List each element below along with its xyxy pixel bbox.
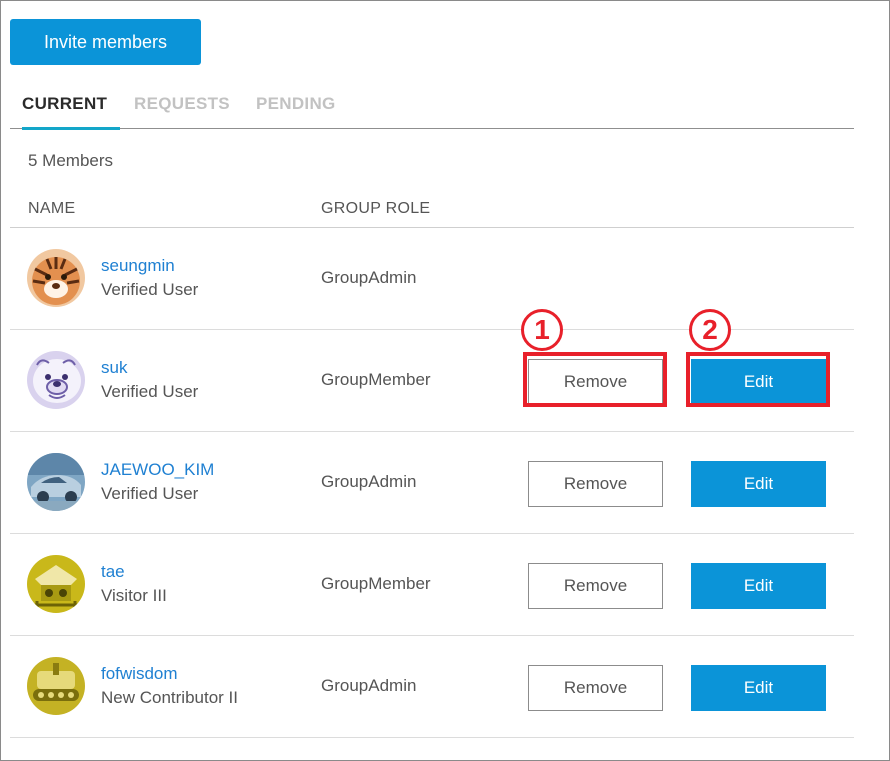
member-role: GroupMember [321, 370, 431, 389]
member-username[interactable]: seungmin [101, 256, 175, 276]
member-rank: Visitor III [101, 586, 167, 605]
tiger-avatar[interactable] [27, 249, 85, 307]
member-row: seungmin Verified User GroupAdmin [10, 228, 854, 330]
member-row: JAEWOO_KIM Verified User GroupAdmin Remo… [10, 432, 854, 534]
remove-button[interactable]: Remove [528, 563, 663, 609]
annotation-marker-1: 1 [521, 309, 563, 351]
member-username[interactable]: JAEWOO_KIM [101, 460, 214, 480]
member-row: tae Visitor III GroupMember Remove Edit [10, 534, 854, 636]
annotation-marker-2: 2 [689, 309, 731, 351]
column-header-role: GROUP ROLE [321, 200, 431, 217]
annotation-highlight-edit [686, 352, 830, 407]
tab-current[interactable]: CURRENT [22, 88, 120, 130]
member-rank: Verified User [101, 484, 199, 503]
column-header-name: NAME [28, 200, 76, 217]
member-rank: Verified User [101, 382, 199, 401]
member-rank: Verified User [101, 280, 199, 299]
member-tabs: CURRENT REQUESTS PENDING [10, 88, 854, 130]
tab-requests[interactable]: REQUESTS [134, 88, 230, 128]
remove-button[interactable]: Remove [528, 665, 663, 711]
member-rank: New Contributor II [101, 688, 238, 707]
member-username[interactable]: fofwisdom [101, 664, 178, 684]
member-list: seungmin Verified User GroupAdmin suk Ve… [10, 227, 854, 738]
edit-button[interactable]: Edit [691, 461, 826, 507]
car-avatar[interactable] [27, 453, 85, 511]
edit-button[interactable]: Edit [691, 665, 826, 711]
tab-pending[interactable]: PENDING [256, 88, 336, 128]
polar-bear-avatar[interactable] [27, 351, 85, 409]
member-username[interactable]: tae [101, 562, 125, 582]
remove-button[interactable]: Remove [528, 461, 663, 507]
member-role: GroupMember [321, 574, 431, 593]
member-row: fofwisdom New Contributor II GroupAdmin … [10, 636, 854, 738]
member-role: GroupAdmin [321, 472, 417, 491]
yellow-robot-avatar[interactable] [27, 555, 85, 613]
yellow-tank-avatar[interactable] [27, 657, 85, 715]
annotation-highlight-remove [523, 352, 667, 407]
member-role: GroupAdmin [321, 268, 417, 287]
member-count: 5 Members [28, 151, 114, 170]
invite-members-button[interactable]: Invite members [10, 19, 201, 65]
member-role: GroupAdmin [321, 676, 417, 695]
member-username[interactable]: suk [101, 358, 127, 378]
edit-button[interactable]: Edit [691, 563, 826, 609]
